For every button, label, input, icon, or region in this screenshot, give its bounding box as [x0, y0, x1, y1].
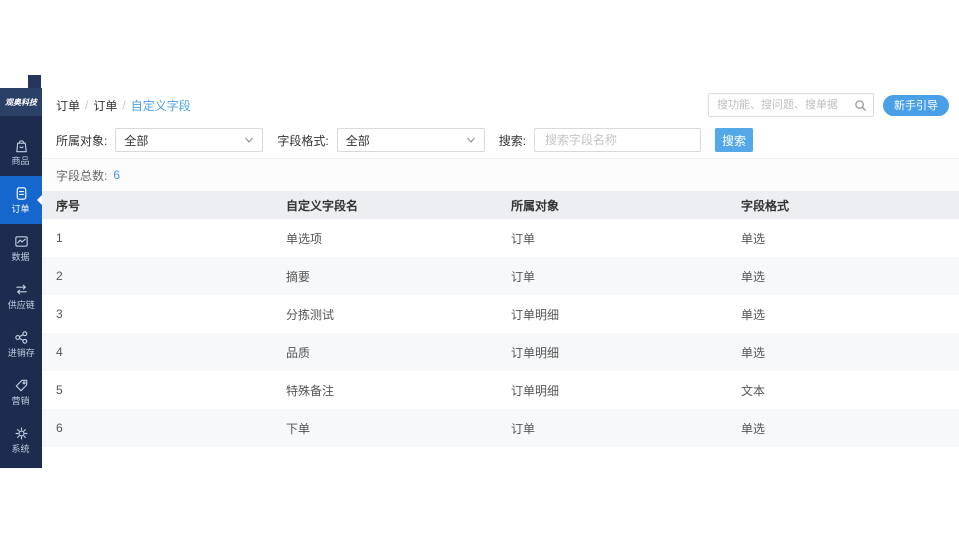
cell-format: 单选 — [741, 421, 766, 436]
search-filter-label: 搜索: — [498, 133, 527, 148]
table-row[interactable]: 6 下单 订单 单选 — [42, 409, 959, 447]
sidebar-item-label: 订单 — [11, 204, 31, 215]
search-icon — [855, 99, 867, 111]
owner-select-value: 全部 — [124, 133, 149, 148]
global-search-box[interactable] — [708, 93, 874, 117]
cell-index: 2 — [56, 269, 63, 283]
search-button[interactable]: 搜索 — [715, 128, 754, 152]
global-search-input[interactable] — [715, 98, 854, 112]
field-name-search-input[interactable] — [543, 132, 693, 148]
sidebar-item-goods[interactable]: 商品 — [0, 128, 42, 176]
cell-field-name: 品质 — [286, 345, 311, 360]
breadcrumb-orders-2[interactable]: 订单 — [93, 97, 117, 114]
owner-select[interactable]: 全部 — [115, 128, 264, 152]
column-header-format: 字段格式 — [741, 198, 790, 213]
filter-bar: 所属对象: 全部 字段格式: 全部 搜索: 搜索 — [42, 122, 959, 158]
field-name-search-box[interactable] — [534, 128, 702, 152]
cell-format: 单选 — [741, 307, 766, 322]
cell-index: 6 — [56, 421, 63, 435]
breadcrumb-current-page: 自定义字段 — [130, 98, 191, 113]
cell-field-name: 摘要 — [286, 269, 311, 284]
sidebar-item-orders[interactable]: 订单 — [0, 176, 42, 224]
gear-icon — [14, 427, 28, 440]
cell-index: 1 — [56, 231, 63, 245]
column-header-index: 序号 — [56, 198, 81, 213]
logo-corner-tab — [28, 75, 41, 88]
sidebar-item-label: 营销 — [11, 396, 31, 407]
cell-field-name: 单选项 — [286, 231, 323, 246]
cell-format: 单选 — [741, 269, 766, 284]
sidebar-item-label: 供应链 — [7, 300, 35, 311]
table-header-row: 序号 自定义字段名 所属对象 字段格式 — [42, 191, 959, 219]
column-header-field-name: 自定义字段名 — [286, 198, 359, 213]
cell-field-name: 特殊备注 — [286, 383, 335, 398]
table-row[interactable]: 5 特殊备注 订单明细 文本 — [42, 371, 959, 409]
column-header-owner: 所属对象 — [511, 198, 560, 213]
breadcrumb-separator: / — [85, 98, 89, 112]
format-select-value: 全部 — [345, 133, 370, 148]
beginner-guide-button[interactable]: 新手引导 — [883, 94, 949, 116]
sidebar-item-supply-chain[interactable]: 供应链 — [0, 272, 42, 320]
sidebar-item-label: 数据 — [11, 252, 31, 263]
share-nodes-icon — [14, 331, 27, 344]
table-row[interactable]: 1 单选项 订单 单选 — [42, 219, 959, 257]
chevron-down-icon — [466, 137, 475, 143]
price-tag-icon — [15, 379, 27, 392]
chevron-down-icon — [245, 137, 254, 143]
cell-owner: 订单 — [511, 421, 536, 436]
cell-format: 单选 — [741, 345, 766, 360]
cell-index: 3 — [56, 307, 63, 321]
main-content: 订单 / 订单 / 自定义字段 新手引导 所属对象: 全部 字段格式: 全部 — [42, 88, 959, 468]
sidebar-item-label: 系统 — [11, 444, 31, 455]
brand-logo: 观奥科技 — [0, 88, 42, 116]
cell-owner: 订单 — [511, 231, 536, 246]
owner-filter-label: 所属对象: — [56, 133, 108, 148]
sidebar-item-marketing[interactable]: 营销 — [0, 368, 42, 416]
breadcrumb-orders[interactable]: 订单 — [56, 97, 80, 114]
table-row[interactable]: 3 分拣测试 订单明细 单选 — [42, 295, 959, 333]
cell-format: 单选 — [741, 231, 766, 246]
topbar-actions: 新手引导 — [708, 93, 949, 117]
breadcrumb-bar: 订单 / 订单 / 自定义字段 新手引导 — [42, 88, 959, 122]
cell-index: 4 — [56, 345, 63, 359]
cell-format: 文本 — [741, 383, 766, 398]
sidebar-item-label: 商品 — [11, 156, 31, 167]
cell-field-name: 分拣测试 — [286, 307, 335, 322]
exchange-arrows-icon — [15, 284, 27, 295]
format-filter-label: 字段格式: — [277, 133, 329, 148]
table-row[interactable]: 4 品质 订单明细 单选 — [42, 333, 959, 371]
sidebar-item-inventory[interactable]: 进销存 — [0, 320, 42, 368]
summary-bar: 字段总数: 6 — [42, 158, 959, 191]
order-document-icon — [16, 187, 26, 200]
sidebar: 观奥科技 商品 订单 数据 供应链 进销存 营销 系统 — [0, 88, 42, 468]
cell-owner: 订单明细 — [511, 345, 560, 360]
format-select[interactable]: 全部 — [336, 128, 485, 152]
cell-owner: 订单 — [511, 269, 536, 284]
app-window: 观奥科技 商品 订单 数据 供应链 进销存 营销 系统 订单 / 订单 / 自定… — [0, 88, 959, 468]
table-row[interactable]: 2 摘要 订单 单选 — [42, 257, 959, 295]
goods-bag-icon — [15, 140, 27, 153]
sidebar-item-label: 进销存 — [7, 348, 35, 359]
cell-field-name: 下单 — [286, 421, 311, 436]
breadcrumb-separator: / — [122, 98, 126, 112]
sidebar-item-data[interactable]: 数据 — [0, 224, 42, 272]
cell-owner: 订单明细 — [511, 383, 560, 398]
cell-index: 5 — [56, 383, 63, 397]
field-total-label: 字段总数: — [56, 168, 108, 183]
cell-owner: 订单明细 — [511, 307, 560, 322]
chart-line-icon — [14, 236, 28, 248]
sidebar-item-system[interactable]: 系统 — [0, 416, 42, 464]
field-total-count: 6 — [113, 168, 121, 182]
